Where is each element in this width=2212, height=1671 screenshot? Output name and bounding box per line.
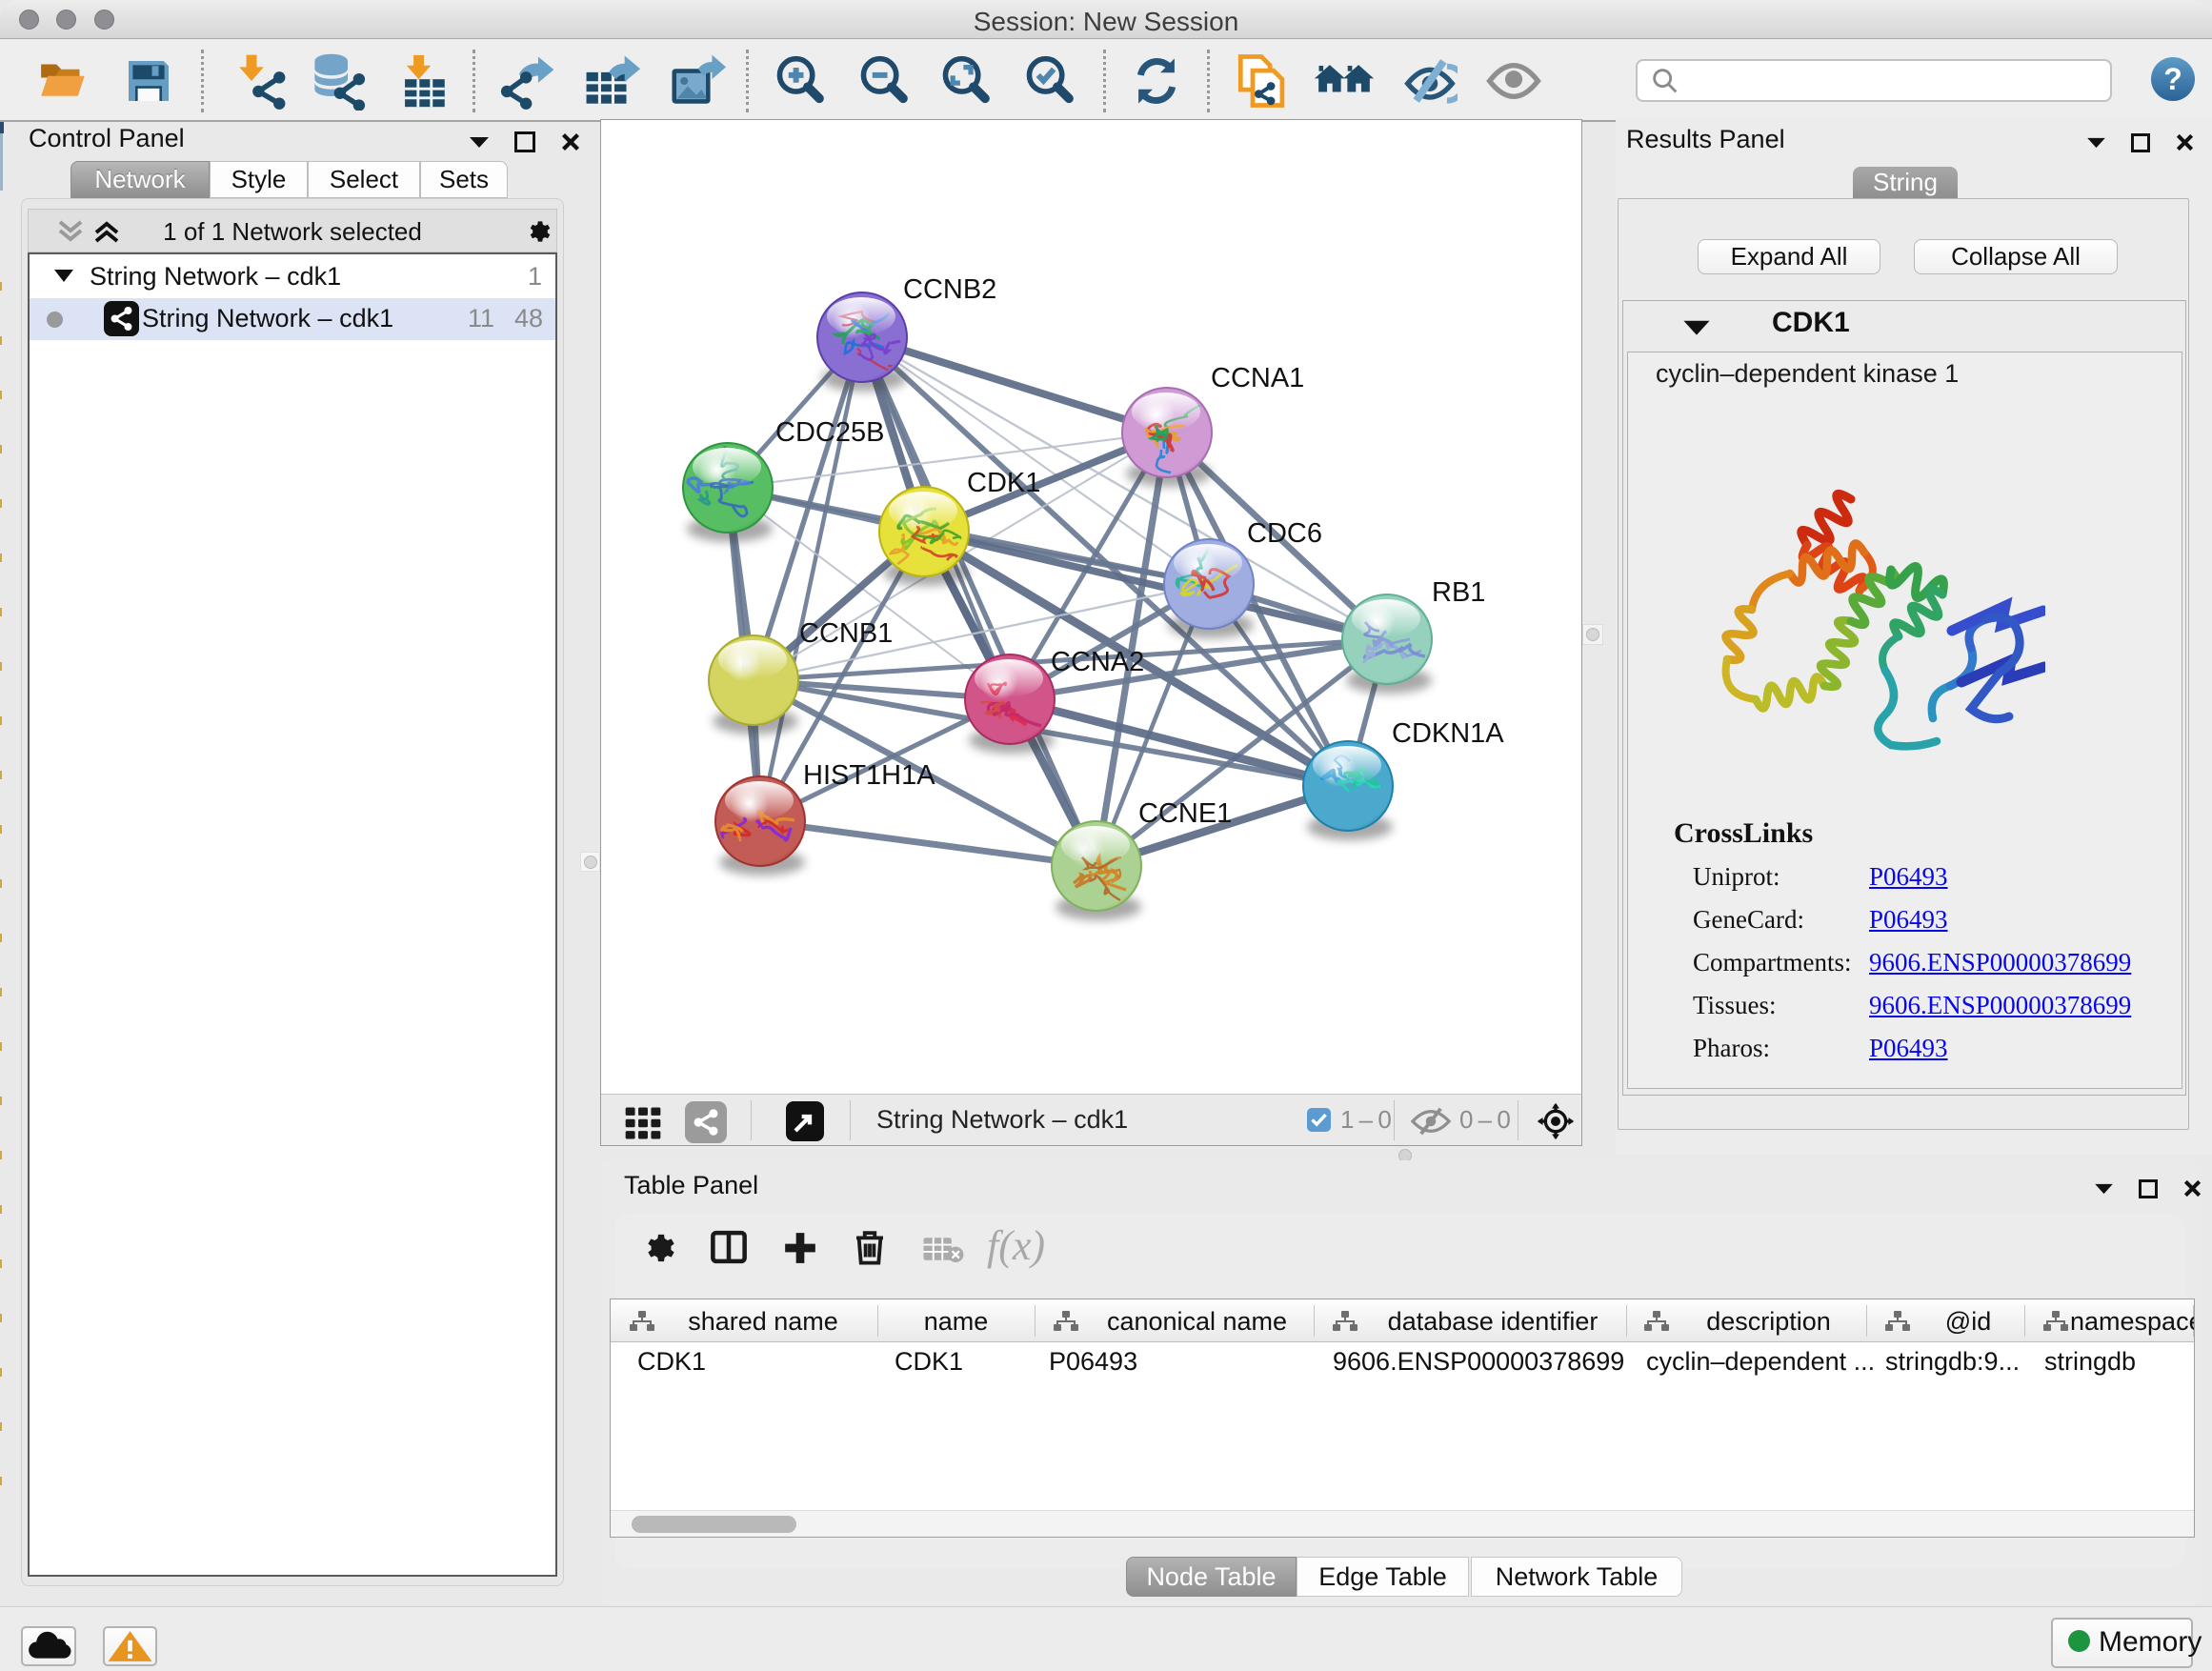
svg-text:CDC6: CDC6 [1247, 518, 1322, 549]
svg-text:CCNB2: CCNB2 [903, 274, 996, 305]
svg-text:CCNB1: CCNB1 [799, 618, 893, 649]
svg-text:CDC25B: CDC25B [775, 417, 884, 448]
svg-text:CCNA2: CCNA2 [1051, 647, 1144, 677]
svg-text:HIST1H1A: HIST1H1A [803, 760, 935, 791]
svg-text:CCNE1: CCNE1 [1138, 798, 1232, 829]
svg-text:CCNA1: CCNA1 [1211, 363, 1304, 393]
svg-text:CDK1: CDK1 [967, 468, 1040, 498]
svg-text:CDKN1A: CDKN1A [1392, 718, 1504, 749]
svg-text:RB1: RB1 [1432, 577, 1485, 608]
